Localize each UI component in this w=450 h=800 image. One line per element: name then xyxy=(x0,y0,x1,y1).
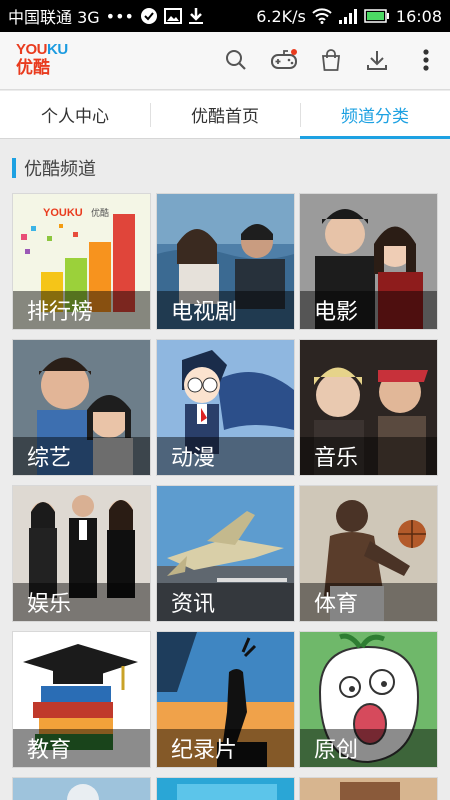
svg-text:YOUKU: YOUKU xyxy=(43,207,83,219)
wifi-icon xyxy=(312,8,332,24)
search-icon[interactable] xyxy=(221,45,251,75)
download-status-icon xyxy=(188,7,204,25)
channel-label: 原创 xyxy=(300,729,437,767)
channel-tile-documentary[interactable]: 纪录片 xyxy=(157,632,294,767)
app-header: YOUKU 优酷 xyxy=(0,32,450,90)
status-bar: 中国联通 3G ••• 6.2K/s 16:08 xyxy=(0,0,450,32)
channel-label: 电影 xyxy=(300,291,437,329)
tab-channel-categories[interactable]: 频道分类 xyxy=(300,91,450,139)
section-title: 优酷频道 xyxy=(24,159,96,180)
gamepad-icon[interactable] xyxy=(269,45,299,75)
channel-label: 资讯 xyxy=(157,583,294,621)
signal-icon xyxy=(338,8,358,24)
section-accent-bar xyxy=(12,158,16,178)
tab-personal-center[interactable]: 个人中心 xyxy=(0,91,150,138)
partial-image-1 xyxy=(13,778,150,800)
channel-label: 音乐 xyxy=(300,437,437,475)
more-icon[interactable] xyxy=(411,45,441,75)
channel-tile-entertainment[interactable]: 娱乐 xyxy=(13,486,150,621)
youku-logo[interactable]: YOUKU 优酷 xyxy=(16,42,72,82)
channel-tile-rankings[interactable]: YOUKU 优酷 排行榜 xyxy=(13,194,150,329)
partial-image-3 xyxy=(300,778,437,800)
channel-tile-news[interactable]: 资讯 xyxy=(157,486,294,621)
clock: 16:08 xyxy=(395,6,442,26)
tab-youku-home[interactable]: 优酷首页 xyxy=(150,91,300,138)
channel-label: 电视剧 xyxy=(157,291,294,329)
channel-tile-sports[interactable]: 体育 xyxy=(300,486,437,621)
channel-tile-anime[interactable]: 动漫 xyxy=(157,340,294,475)
channel-label: 排行榜 xyxy=(13,291,150,329)
channel-tile-music[interactable]: 音乐 xyxy=(300,340,437,475)
channel-label: 动漫 xyxy=(157,437,294,475)
channel-label: 综艺 xyxy=(13,437,150,475)
channel-tile-partial-1[interactable] xyxy=(13,778,150,800)
channel-tile-original[interactable]: 原创 xyxy=(300,632,437,767)
channel-tile-partial-3[interactable] xyxy=(300,778,437,800)
svg-text:优酷: 优酷 xyxy=(91,207,109,219)
check-icon xyxy=(140,7,158,25)
tab-bar: 个人中心 优酷首页 频道分类 xyxy=(0,91,450,139)
network-speed: 6.2K/s xyxy=(256,6,306,26)
download-icon[interactable] xyxy=(362,45,392,75)
channel-tile-movies[interactable]: 电影 xyxy=(300,194,437,329)
image-icon xyxy=(163,8,182,24)
carrier-label: 中国联通 3G xyxy=(8,8,100,27)
notification-dots: ••• xyxy=(105,6,134,26)
channel-tile-partial-2[interactable] xyxy=(157,778,294,800)
shopping-bag-icon[interactable] xyxy=(316,45,346,75)
section-heading: 优酷频道 xyxy=(12,158,96,180)
battery-icon xyxy=(364,9,390,23)
partial-image-2 xyxy=(157,778,294,800)
channel-tile-education[interactable]: 教育 xyxy=(13,632,150,767)
channel-label: 纪录片 xyxy=(157,729,294,767)
channel-tile-tv-series[interactable]: 电视剧 xyxy=(157,194,294,329)
channel-label: 教育 xyxy=(13,729,150,767)
channel-label: 娱乐 xyxy=(13,583,150,621)
channel-label: 体育 xyxy=(300,583,437,621)
channel-tile-variety[interactable]: 综艺 xyxy=(13,340,150,475)
